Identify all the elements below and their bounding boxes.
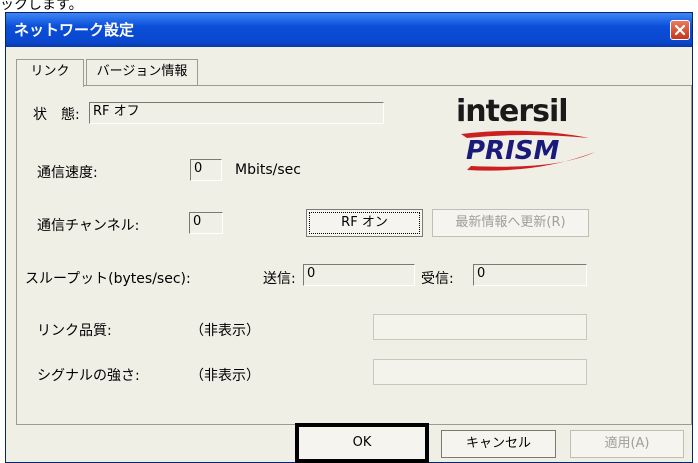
rf-on-button[interactable]: RF オン	[306, 209, 423, 237]
close-icon	[674, 24, 686, 36]
tab-link[interactable]: リンク	[16, 59, 84, 87]
link-quality-label: リンク品質:	[37, 323, 112, 339]
link-tab-panel: 状 態: RF オフ intersil PRISM 通信速度: 0 Mbits/…	[16, 85, 692, 425]
signal-strength-bar	[373, 359, 587, 385]
caption-text: ックします。	[0, 0, 83, 13]
send-label: 送信:	[263, 271, 296, 287]
channel-field: 0	[189, 212, 223, 234]
window-title: ネットワーク設定	[6, 13, 692, 47]
intersil-logo-text: intersil	[456, 94, 569, 129]
close-button[interactable]	[670, 20, 690, 40]
status-field: RF オフ	[89, 102, 384, 124]
network-settings-window: ネットワーク設定 リンク バージョン情報 状 態: RF オフ intersil…	[5, 12, 693, 463]
link-quality-value: （非表示）	[190, 323, 260, 339]
tab-version-info[interactable]: バージョン情報	[86, 59, 198, 85]
status-label: 状 態:	[33, 107, 80, 123]
signal-strength-label: シグナルの強さ:	[37, 368, 140, 384]
intersil-logo: intersil	[456, 94, 569, 129]
throughput-label: スループット(bytes/sec):	[25, 271, 191, 287]
speed-label: 通信速度:	[37, 165, 98, 181]
link-quality-bar	[373, 314, 587, 340]
speed-unit: Mbits/sec	[235, 162, 301, 178]
cancel-button[interactable]: キャンセル	[441, 430, 556, 458]
ok-button[interactable]: OK	[295, 423, 429, 463]
signal-strength-value: （非表示）	[190, 368, 260, 384]
channel-label: 通信チャンネル:	[37, 218, 140, 234]
receive-label: 受信:	[421, 271, 454, 287]
send-field: 0	[303, 264, 415, 286]
prism-logo: PRISM	[466, 136, 560, 166]
speed-field: 0	[190, 159, 222, 181]
apply-button[interactable]: 適用(A)	[570, 430, 684, 458]
refresh-button[interactable]: 最新情報へ更新(R)	[432, 209, 589, 237]
receive-field: 0	[473, 264, 587, 286]
